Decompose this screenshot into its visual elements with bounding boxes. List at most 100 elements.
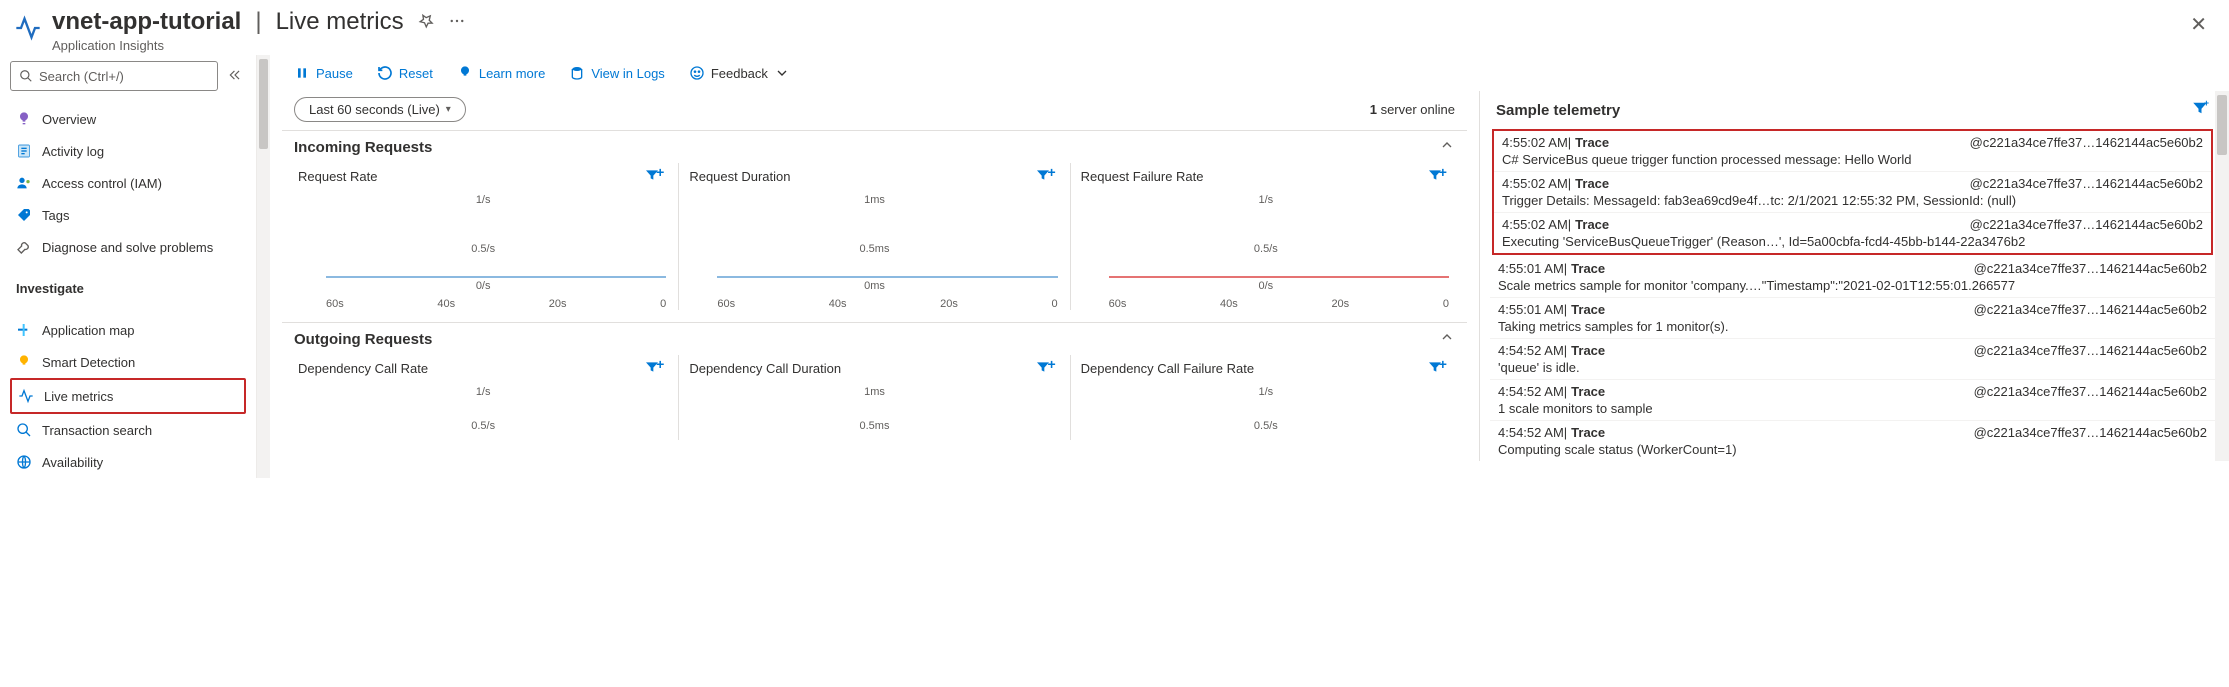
chart-filter-icon[interactable]: + — [1427, 167, 1451, 186]
sidebar-item-label: Access control (IAM) — [42, 176, 162, 191]
sidebar-item-live[interactable]: Live metrics — [10, 378, 246, 414]
search-placeholder: Search (Ctrl+/) — [39, 69, 124, 84]
app-insights-logo-icon — [14, 14, 42, 42]
learn-more-button[interactable]: Learn more — [457, 65, 545, 81]
globe-icon — [16, 454, 32, 470]
chevron-down-icon: ▾ — [446, 104, 451, 115]
metric-chart: Dependency Call Failure Rate+1/s0.5/s — [1071, 355, 1461, 440]
sidebar-section-investigate: Investigate — [10, 263, 246, 302]
search-input[interactable]: Search (Ctrl+/) — [10, 61, 218, 91]
metric-chart: Request Duration+1ms0.5ms0ms60s40s20s0 — [679, 163, 1070, 310]
tag-icon — [16, 207, 32, 223]
telemetry-entry[interactable]: 4:55:02 AM | Trace@c221a34ce7ffe37…14621… — [1494, 212, 2211, 253]
telemetry-message: C# ServiceBus queue trigger function pro… — [1502, 150, 2203, 167]
telemetry-message: Computing scale status (WorkerCount=1) — [1498, 440, 2207, 457]
chevron-down-icon — [774, 65, 790, 81]
metric-chart: Request Rate+1/s0.5/s0/s60s40s20s0 — [288, 163, 679, 310]
sidebar-item-label: Live metrics — [44, 389, 113, 404]
sidebar-item-availability[interactable]: Availability — [10, 446, 246, 478]
sidebar-item-label: Tags — [42, 208, 69, 223]
close-button[interactable]: ✕ — [2182, 8, 2215, 41]
telemetry-entry[interactable]: 4:55:02 AM | Trace@c221a34ce7ffe37…14621… — [1494, 131, 2211, 171]
telemetry-message: Executing 'ServiceBusQueueTrigger' (Reas… — [1502, 232, 2203, 249]
chart-filter-icon[interactable]: + — [1427, 359, 1451, 378]
telemetry-scrollbar[interactable] — [2215, 91, 2229, 461]
telemetry-operation-id: @c221a34ce7ffe37…1462144ac5e60b2 — [1970, 217, 2203, 232]
chart-title: Request Duration — [689, 169, 790, 184]
search-icon — [16, 422, 32, 438]
telemetry-highlight-box: 4:55:02 AM | Trace@c221a34ce7ffe37…14621… — [1492, 129, 2213, 255]
chart-title: Dependency Call Duration — [689, 361, 841, 376]
telemetry-filter-icon[interactable]: + — [2191, 99, 2209, 121]
person-icon — [16, 175, 32, 191]
chart-filter-icon[interactable]: + — [644, 359, 668, 378]
sidebar-item-iam[interactable]: Access control (IAM) — [10, 167, 246, 199]
telemetry-entry[interactable]: 4:55:02 AM | Trace@c221a34ce7ffe37…14621… — [1494, 171, 2211, 212]
sidebar-item-activity[interactable]: Activity log — [10, 135, 246, 167]
telemetry-pane: Sample telemetry + 4:55:02 AM | Trace@c2… — [1479, 91, 2229, 461]
bulb-gear-icon — [16, 354, 32, 370]
page-title: Live metrics — [276, 8, 404, 36]
pulse-icon — [18, 388, 34, 404]
sidebar-item-tags[interactable]: Tags — [10, 199, 246, 231]
telemetry-message: Scale metrics sample for monitor 'compan… — [1498, 276, 2207, 293]
sidebar-item-label: Overview — [42, 112, 96, 127]
resource-name: vnet-app-tutorial — [52, 8, 241, 36]
feedback-button[interactable]: Feedback — [689, 65, 790, 81]
sidebar-item-appmap[interactable]: Application map — [10, 314, 246, 346]
collapse-group-icon[interactable] — [1439, 329, 1455, 349]
sidebar-item-label: Activity log — [42, 144, 104, 159]
sidebar-item-txsearch[interactable]: Transaction search — [10, 414, 246, 446]
telemetry-title: Sample telemetry — [1496, 102, 1620, 119]
telemetry-entry[interactable]: 4:55:01 AM | Trace@c221a34ce7ffe37…14621… — [1490, 297, 2215, 338]
sidebar-item-label: Transaction search — [42, 423, 152, 438]
chart-group-header: Outgoing Requests — [282, 322, 1467, 355]
sidebar-item-label: Diagnose and solve problems — [42, 240, 213, 255]
telemetry-message: 'queue' is idle. — [1498, 358, 2207, 375]
wrench-icon — [16, 239, 32, 255]
telemetry-operation-id: @c221a34ce7ffe37…1462144ac5e60b2 — [1974, 261, 2207, 276]
server-online-status: 1 server online — [1370, 102, 1455, 117]
chart-filter-icon[interactable]: + — [1035, 359, 1059, 378]
chart-group-header: Incoming Requests — [282, 130, 1467, 163]
sidebar-item-diagnose[interactable]: Diagnose and solve problems — [10, 231, 246, 263]
pin-icon[interactable] — [418, 13, 434, 32]
chart-filter-icon[interactable]: + — [644, 167, 668, 186]
sidebar-item-smart[interactable]: Smart Detection — [10, 346, 246, 378]
chart-title: Request Failure Rate — [1081, 169, 1204, 184]
telemetry-entry[interactable]: 4:54:52 AM | Trace@c221a34ce7ffe37…14621… — [1490, 379, 2215, 420]
telemetry-entry[interactable]: 4:54:52 AM | Trace@c221a34ce7ffe37…14621… — [1490, 420, 2215, 461]
pause-button[interactable]: Pause — [294, 65, 353, 81]
view-in-logs-button[interactable]: View in Logs — [569, 65, 664, 81]
service-caption: Application Insights — [52, 38, 2182, 53]
telemetry-entry[interactable]: 4:54:52 AM | Trace@c221a34ce7ffe37…14621… — [1490, 338, 2215, 379]
telemetry-operation-id: @c221a34ce7ffe37…1462144ac5e60b2 — [1970, 176, 2203, 191]
chart-filter-icon[interactable]: + — [1035, 167, 1059, 186]
log-icon — [16, 143, 32, 159]
sidebar-item-label: Application map — [42, 323, 135, 338]
telemetry-message: 1 scale monitors to sample — [1498, 399, 2207, 416]
more-icon[interactable] — [448, 12, 466, 33]
sidebar-scrollbar[interactable] — [256, 55, 270, 478]
telemetry-operation-id: @c221a34ce7ffe37…1462144ac5e60b2 — [1970, 135, 2203, 150]
telemetry-message: Taking metrics samples for 1 monitor(s). — [1498, 317, 2207, 334]
lightbulb-icon — [16, 111, 32, 127]
metrics-pane: Last 60 seconds (Live) ▾ 1 server online… — [270, 91, 1479, 461]
telemetry-operation-id: @c221a34ce7ffe37…1462144ac5e60b2 — [1974, 302, 2207, 317]
chart-title: Dependency Call Rate — [298, 361, 428, 376]
collapse-group-icon[interactable] — [1439, 137, 1455, 157]
reset-button[interactable]: Reset — [377, 65, 433, 81]
telemetry-entry[interactable]: 4:55:01 AM | Trace@c221a34ce7ffe37…14621… — [1490, 257, 2215, 297]
time-range-pill[interactable]: Last 60 seconds (Live) ▾ — [294, 97, 466, 122]
sidebar-item-label: Smart Detection — [42, 355, 135, 370]
metric-chart: Dependency Call Rate+1/s0.5/s — [288, 355, 679, 440]
collapse-sidebar-icon[interactable] — [224, 64, 246, 89]
telemetry-operation-id: @c221a34ce7ffe37…1462144ac5e60b2 — [1974, 343, 2207, 358]
svg-text:+: + — [2204, 99, 2209, 108]
telemetry-operation-id: @c221a34ce7ffe37…1462144ac5e60b2 — [1974, 384, 2207, 399]
chart-title: Dependency Call Failure Rate — [1081, 361, 1254, 376]
telemetry-operation-id: @c221a34ce7ffe37…1462144ac5e60b2 — [1974, 425, 2207, 440]
sidebar-item-label: Availability — [42, 455, 103, 470]
sidebar-item-overview[interactable]: Overview — [10, 103, 246, 135]
toolbar: Pause Reset Learn more View in Logs Feed… — [270, 55, 2229, 91]
